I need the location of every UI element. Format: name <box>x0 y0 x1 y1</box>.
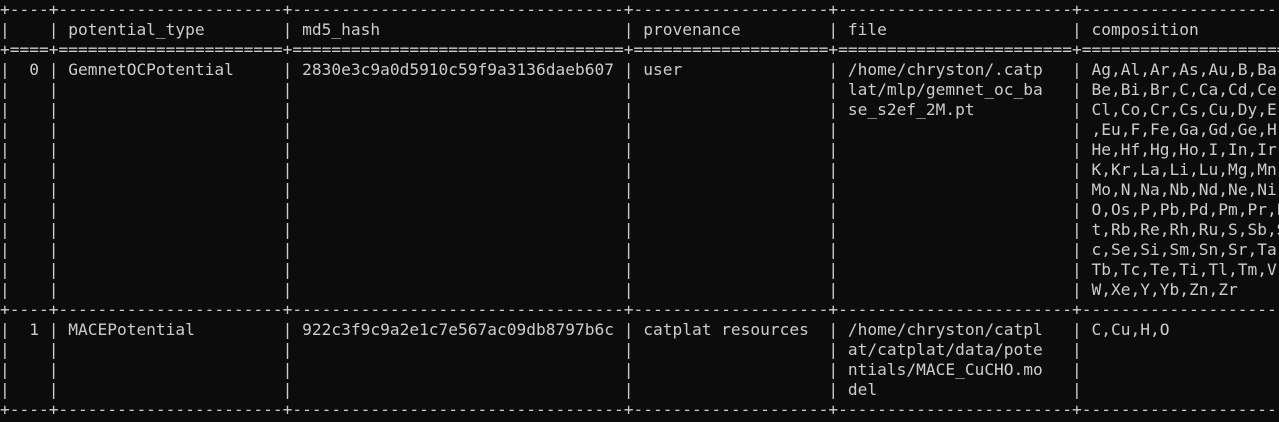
table-row: | | | | | | ,Eu,F,Fe,Ga,Gd,Ge,H, | <box>0 120 1279 139</box>
table-row-sep: +----+-----------------------+----------… <box>0 300 1279 319</box>
table-border-top: +----+-----------------------+----------… <box>0 0 1279 19</box>
terminal-window[interactable]: +----+-----------------------+----------… <box>0 0 1279 422</box>
table-row: | | | | | | t,Rb,Re,Rh,Ru,S,Sb,S | <box>0 220 1279 239</box>
table-row: | | | | | | c,Se,Si,Sm,Sn,Sr,Ta, | <box>0 240 1279 259</box>
table-row: | | | | | | Tb,Tc,Te,Ti,Tl,Tm,V, | <box>0 260 1279 279</box>
table-header-row: | | potential_type | md5_hash | provenan… <box>0 20 1279 39</box>
table-row: | | | | | | Mo,N,Na,Nb,Nd,Ne,Ni, | <box>0 180 1279 199</box>
table-row: | | | | | at/catplat/data/pote | | <box>0 340 1279 359</box>
table-border-bottom: +----+-----------------------+----------… <box>0 400 1279 419</box>
table-row: | | | | | | K,Kr,La,Li,Lu,Mg,Mn, | <box>0 160 1279 179</box>
table-row: | 0 | GemnetOCPotential | 2830e3c9a0d591… <box>0 60 1279 79</box>
table-row: | | | | | se_s2ef_2M.pt | Cl,Co,Cr,Cs,Cu… <box>0 100 1279 119</box>
table-row: | | | | | | O,Os,P,Pb,Pd,Pm,Pr,P | <box>0 200 1279 219</box>
table-row: | | | | | lat/mlp/gemnet_oc_ba | Be,Bi,B… <box>0 80 1279 99</box>
table-row: | 1 | MACEPotential | 922c3f9c9a2e1c7e56… <box>0 320 1279 339</box>
table-header-sep: +====+=======================+==========… <box>0 40 1279 59</box>
table-row: | | | | | | W,Xe,Y,Yb,Zn,Zr | <box>0 280 1279 299</box>
table-row: | | | | | ntials/MACE_CuCHO.mo | | <box>0 360 1279 379</box>
table-row: | | | | | del | | <box>0 380 1279 399</box>
table-row: | | | | | | He,Hf,Hg,Ho,I,In,Ir, | <box>0 140 1279 159</box>
